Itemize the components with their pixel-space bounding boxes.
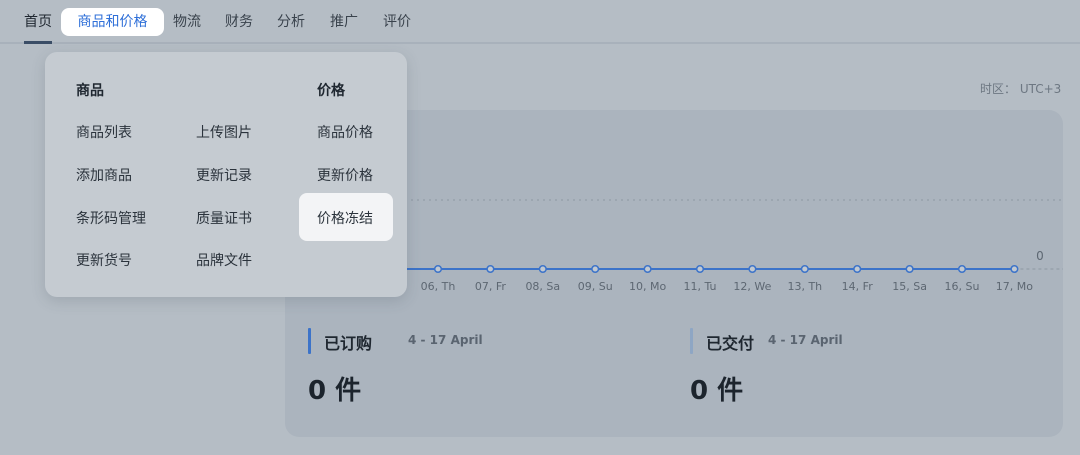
chart-x-tick-label: 10, Mo	[629, 280, 666, 293]
menu-item-update-prices[interactable]: 更新价格	[317, 165, 373, 185]
menu-item-brand-documents[interactable]: 品牌文件	[196, 250, 252, 270]
stat-ordered-range: 4 - 17 April	[408, 333, 483, 347]
stat-delivered-label: 已交付	[706, 334, 755, 353]
menu-item-update-history[interactable]: 更新记录	[196, 165, 252, 185]
nav-tab-logistics[interactable]: 物流	[173, 8, 201, 36]
top-nav: 首页 商品和价格 物流 财务 分析 推广 评价	[0, 0, 1080, 44]
stat-delivered-accent	[690, 328, 693, 354]
chart-point	[1010, 264, 1019, 274]
nav-tab-analytics[interactable]: 分析	[277, 8, 305, 36]
chart-x-tick-label: 11, Tu	[683, 280, 716, 293]
chart-point	[591, 264, 600, 274]
menu-item-update-sku[interactable]: 更新货号	[76, 250, 132, 270]
chart-x-tick-label: 09, Su	[578, 280, 613, 293]
nav-tab-reviews[interactable]: 评价	[383, 8, 411, 36]
chart-x-tick-label: 13, Th	[787, 280, 822, 293]
menu-item-upload-images[interactable]: 上传图片	[196, 122, 252, 142]
chart-x-tick-label: 12, We	[733, 280, 771, 293]
nav-tab-home[interactable]: 首页	[24, 8, 52, 36]
chart-x-tick-label: 07, Fr	[475, 280, 507, 293]
menu-heading-price: 价格	[317, 83, 345, 99]
menu-item-quality-certificates[interactable]: 质量证书	[196, 208, 252, 228]
chart-y-tick-label: 0	[1036, 249, 1044, 263]
nav-tab-promotion[interactable]: 推广	[330, 8, 358, 36]
menu-heading-products: 商品	[76, 83, 104, 99]
chart-point	[748, 264, 757, 274]
chart-x-tick-label: 16, Su	[945, 280, 980, 293]
stat-delivered-range: 4 - 17 April	[768, 333, 843, 347]
chart-point	[486, 264, 495, 274]
chart-x-tick-label: 17, Mo	[996, 280, 1033, 293]
chart-x-tick-label: 06, Th	[421, 280, 456, 293]
chart-point	[957, 264, 967, 274]
menu-item-price-freeze[interactable]: 价格冻结	[317, 208, 373, 228]
chart-point	[695, 264, 705, 274]
chart-x-tick-label: 14, Fr	[842, 280, 874, 293]
menu-item-product-prices[interactable]: 商品价格	[317, 122, 373, 142]
chart-x-tick-label: 08, Sa	[525, 280, 560, 293]
menu-item-product-list[interactable]: 商品列表	[76, 122, 132, 142]
timezone-label: 时区： UTC+3	[980, 82, 1062, 96]
stat-ordered-value: 0 件	[308, 376, 362, 406]
stat-ordered-accent	[308, 328, 311, 354]
chart-point	[905, 264, 914, 274]
menu-item-barcode-management[interactable]: 条形码管理	[76, 208, 146, 228]
menu-item-add-product[interactable]: 添加商品	[76, 165, 132, 185]
chart-x-tick-label: 15, Sa	[892, 280, 927, 293]
active-tab-underline	[24, 41, 52, 44]
products-prices-dropdown: 商品 价格 商品列表 添加商品 条形码管理 更新货号 上传图片 更新记录 质量证…	[45, 52, 407, 297]
nav-tab-finance[interactable]: 财务	[225, 8, 253, 36]
stat-delivered-value: 0 件	[690, 376, 744, 406]
chart-point	[538, 264, 547, 274]
chart-point	[643, 264, 652, 274]
chart-point	[433, 264, 443, 274]
nav-tab-products-prices[interactable]: 商品和价格	[61, 8, 164, 36]
chart-point	[800, 264, 809, 274]
stat-ordered-label: 已订购	[324, 334, 373, 353]
chart-point	[853, 264, 862, 274]
